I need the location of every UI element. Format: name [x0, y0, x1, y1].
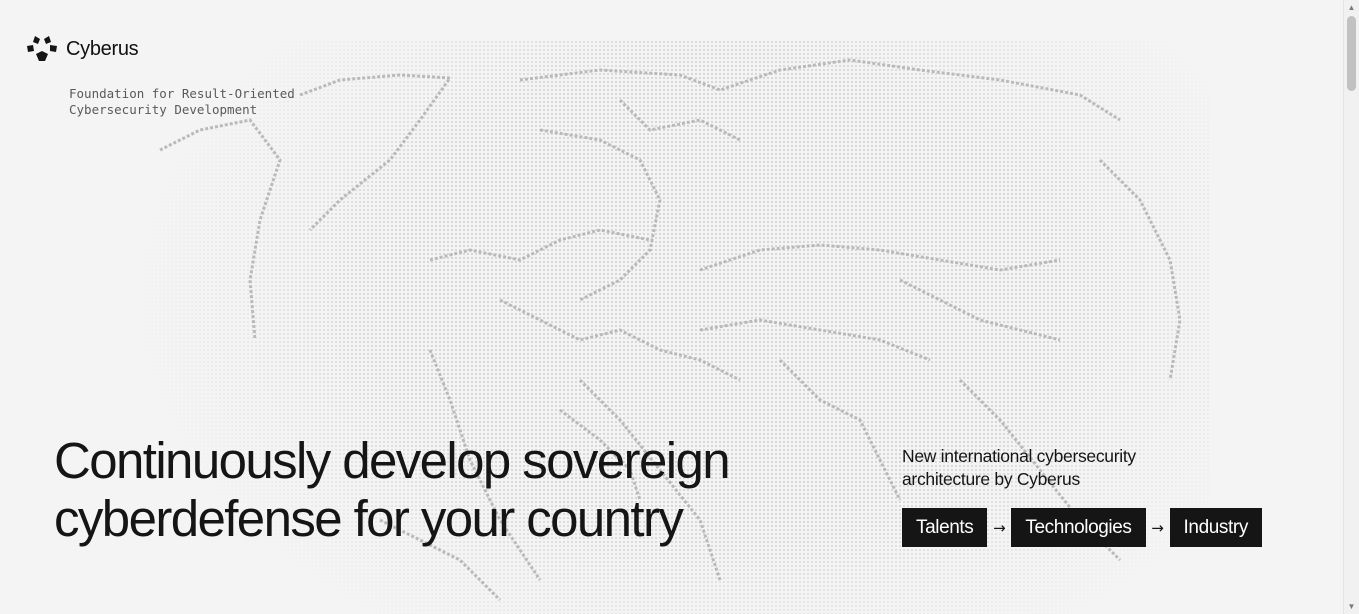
arrow-right-icon: →	[1151, 518, 1164, 537]
pipeline: Talents → Technologies → Industry	[902, 508, 1262, 547]
hero-headline: Continuously develop sovereign cyberdefe…	[54, 432, 731, 547]
brand-name: Cyberus	[66, 37, 139, 60]
cyberus-logo[interactable]: Cyberus	[26, 34, 139, 64]
scroll-down-arrow-icon[interactable]: ▼	[1344, 599, 1359, 614]
hero-subheadline: New international cybersecurity architec…	[902, 446, 1136, 489]
cyberus-logo-icon	[27, 36, 57, 61]
page: Cyberus Foundation for Result-Oriented C…	[0, 0, 1359, 614]
scroll-up-arrow-icon[interactable]: ▲	[1344, 0, 1359, 15]
scrollbar-thumb[interactable]	[1347, 16, 1356, 91]
arrow-right-icon: →	[993, 518, 1006, 537]
industry-button[interactable]: Industry	[1169, 508, 1262, 547]
talents-button[interactable]: Talents	[902, 508, 988, 547]
vertical-scrollbar[interactable]: ▲ ▼	[1343, 0, 1359, 614]
brand-tagline: Foundation for Result-Oriented Cybersecu…	[69, 86, 295, 117]
technologies-button[interactable]: Technologies	[1011, 508, 1146, 547]
